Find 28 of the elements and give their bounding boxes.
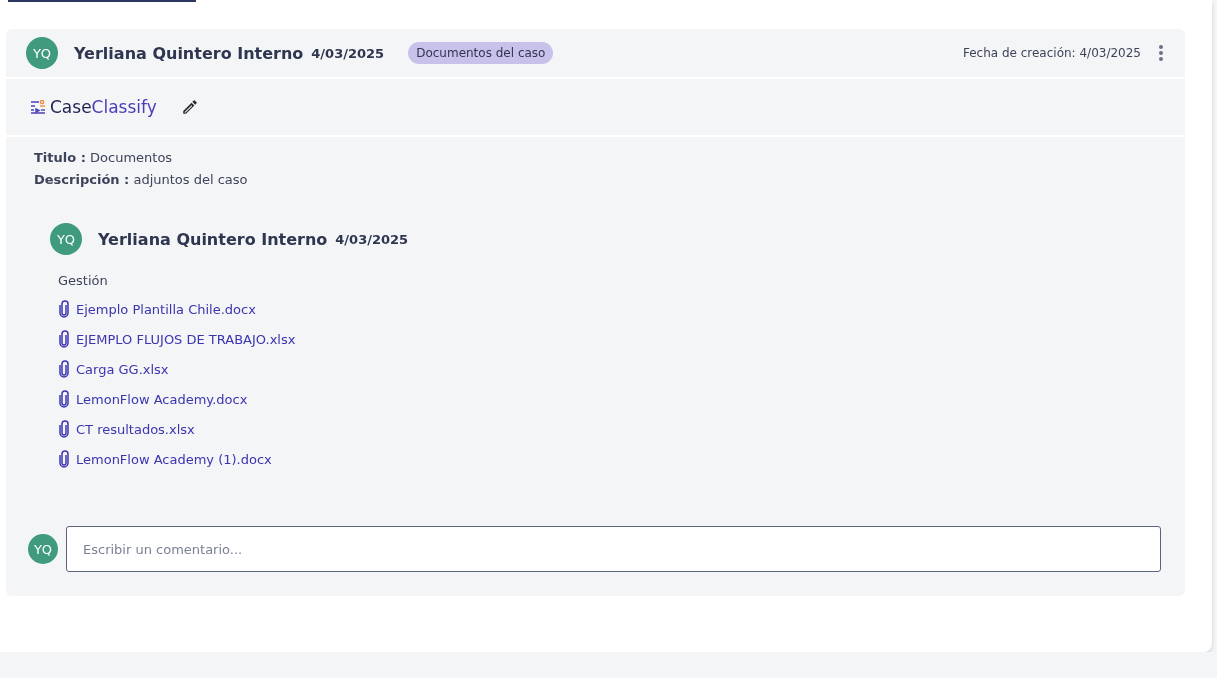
more-vertical-icon xyxy=(1159,45,1163,61)
author-name: Yerliana Quintero Interno xyxy=(74,43,304,63)
paperclip-icon xyxy=(58,300,70,318)
field-text: Titulo : Documentos xyxy=(34,149,174,167)
post-date: 4/03/2025 xyxy=(311,45,385,61)
attachment-link[interactable]: EJEMPLO FLUJOS DE TRABAJO.xlsx xyxy=(58,324,296,354)
paperclip-icon xyxy=(58,420,70,438)
attachment-link[interactable]: CT resultados.xlsx xyxy=(58,414,195,444)
avatar: YQ xyxy=(26,37,58,69)
paperclip-icon xyxy=(58,390,70,408)
paperclip-icon xyxy=(58,360,70,378)
avatar: YQ xyxy=(28,534,58,564)
pencil-icon xyxy=(180,98,199,116)
author-name: Yerliana Quintero Interno xyxy=(98,229,328,249)
category-tag: Documentos del caso xyxy=(408,42,554,64)
creation-date: Fecha de creación: 4/03/2025 xyxy=(962,46,1141,60)
paperclip-icon xyxy=(58,330,70,348)
paperclip-icon xyxy=(58,450,70,468)
field-text: Descripción : adjuntos del caso xyxy=(34,171,249,189)
attachment-link[interactable]: LemonFlow Academy.docx xyxy=(58,384,248,414)
attachment-link[interactable]: Carga GG.xlsx xyxy=(58,354,169,384)
comment-input[interactable]: Escribir un comentario... xyxy=(66,526,1161,572)
attachment-link[interactable]: Ejemplo Plantilla Chile.docx xyxy=(58,294,256,324)
app-logo: CaseClassify xyxy=(30,97,157,117)
section-label: Gestión xyxy=(58,273,109,288)
attachment-link[interactable]: LemonFlow Academy (1).docx xyxy=(58,444,272,474)
reply-date: 4/03/2025 xyxy=(335,231,409,247)
avatar: YQ xyxy=(50,223,82,255)
